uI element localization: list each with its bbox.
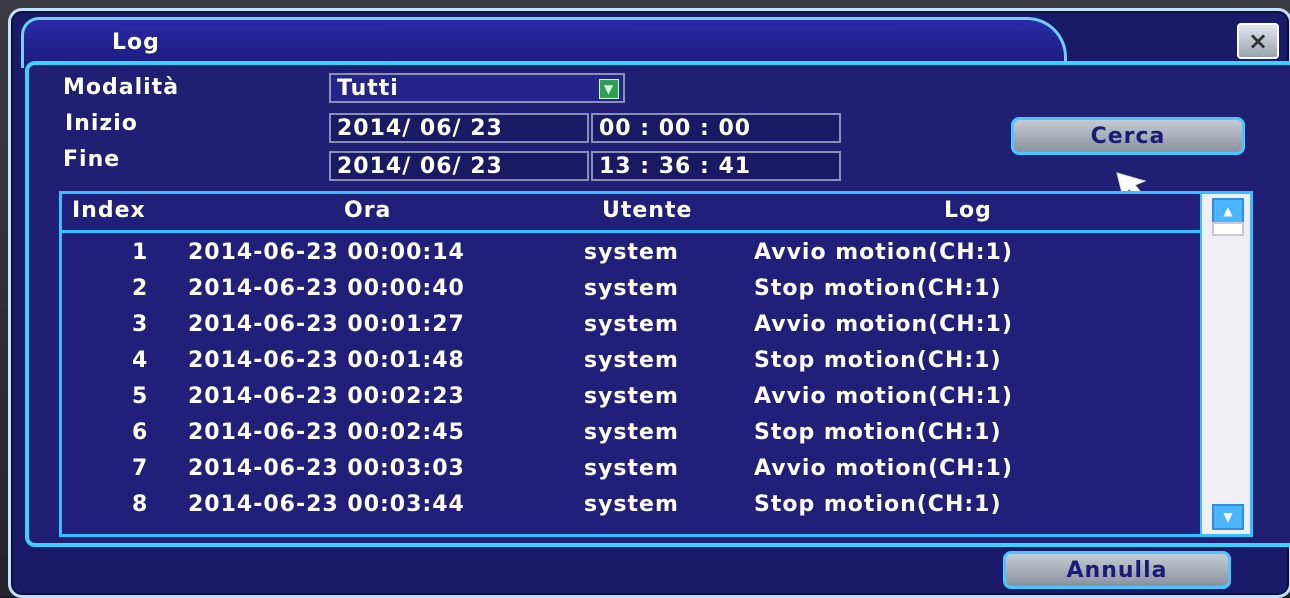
close-button[interactable]: ×: [1237, 23, 1279, 59]
end-time-field[interactable]: 13 : 36 : 41: [591, 151, 841, 181]
row-index: 2: [132, 276, 149, 301]
end-date-field[interactable]: 2014/ 06/ 23: [329, 151, 589, 181]
mode-label: Modalità: [63, 75, 180, 100]
table-row[interactable]: 1 2014-06-23 00:00:14 system Avvio motio…: [62, 234, 1200, 270]
row-user: system: [584, 240, 679, 265]
start-date-value: 2014/ 06/ 23: [337, 115, 503, 141]
row-log: Stop motion(CH:1): [754, 420, 1002, 445]
row-log: Avvio motion(CH:1): [754, 456, 1013, 481]
row-index: 8: [132, 492, 149, 517]
row-index: 5: [132, 384, 149, 409]
row-user: system: [584, 384, 679, 409]
row-user: system: [584, 456, 679, 481]
row-time: 2014-06-23 00:02:45: [188, 420, 465, 445]
mode-select[interactable]: Tutti ▼: [329, 73, 625, 103]
close-icon: ×: [1247, 27, 1269, 55]
table-row[interactable]: 7 2014-06-23 00:03:03 system Avvio motio…: [62, 450, 1200, 486]
row-time: 2014-06-23 00:01:48: [188, 348, 465, 373]
row-user: system: [584, 312, 679, 337]
end-label: Fine: [63, 147, 121, 172]
row-log: Stop motion(CH:1): [754, 276, 1002, 301]
log-table: Index Ora Utente Log 1 2014-06-23 00:00:…: [59, 191, 1253, 537]
start-date-field[interactable]: 2014/ 06/ 23: [329, 113, 589, 143]
header-time: Ora: [344, 198, 392, 223]
row-time: 2014-06-23 00:02:23: [188, 384, 465, 409]
start-time-field[interactable]: 00 : 00 : 00: [591, 113, 841, 143]
triangle-down-icon[interactable]: ▼: [1212, 504, 1244, 530]
cancel-button[interactable]: Annulla: [1003, 551, 1231, 589]
header-index: Index: [72, 198, 146, 223]
dialog-title: Log: [112, 30, 160, 55]
row-user: system: [584, 348, 679, 373]
table-scrollbar[interactable]: ▲ ▼: [1200, 194, 1250, 534]
chevron-down-icon[interactable]: ▼: [599, 79, 619, 99]
table-row[interactable]: 2 2014-06-23 00:00:40 system Stop motion…: [62, 270, 1200, 306]
row-log: Stop motion(CH:1): [754, 492, 1002, 517]
header-user: Utente: [602, 198, 693, 223]
start-time-value: 00 : 00 : 00: [599, 115, 752, 141]
row-log: Stop motion(CH:1): [754, 348, 1002, 373]
row-log: Avvio motion(CH:1): [754, 312, 1013, 337]
row-time: 2014-06-23 00:01:27: [188, 312, 465, 337]
scroll-thumb[interactable]: [1212, 222, 1244, 236]
end-date-value: 2014/ 06/ 23: [337, 153, 503, 179]
row-index: 7: [132, 456, 149, 481]
row-index: 6: [132, 420, 149, 445]
table-row[interactable]: 6 2014-06-23 00:02:45 system Stop motion…: [62, 414, 1200, 450]
table-row[interactable]: 3 2014-06-23 00:01:27 system Avvio motio…: [62, 306, 1200, 342]
row-user: system: [584, 492, 679, 517]
table-row[interactable]: 5 2014-06-23 00:02:23 system Avvio motio…: [62, 378, 1200, 414]
table-row[interactable]: 8 2014-06-23 00:03:44 system Stop motion…: [62, 486, 1200, 522]
row-time: 2014-06-23 00:03:44: [188, 492, 465, 517]
end-time-value: 13 : 36 : 41: [599, 153, 752, 179]
row-index: 4: [132, 348, 149, 373]
row-index: 1: [132, 240, 149, 265]
log-dialog: Log × Modalità Tutti ▼ Inizio 2014/ 06/ …: [8, 8, 1290, 598]
row-time: 2014-06-23 00:00:14: [188, 240, 465, 265]
table-header: Index Ora Utente Log: [62, 194, 1200, 233]
row-user: system: [584, 420, 679, 445]
row-user: system: [584, 276, 679, 301]
search-button[interactable]: Cerca: [1011, 117, 1245, 155]
dvr-screen: Log × Modalità Tutti ▼ Inizio 2014/ 06/ …: [0, 0, 1290, 598]
row-index: 3: [132, 312, 149, 337]
row-time: 2014-06-23 00:00:40: [188, 276, 465, 301]
start-label: Inizio: [65, 111, 138, 136]
row-time: 2014-06-23 00:03:03: [188, 456, 465, 481]
triangle-up-icon[interactable]: ▲: [1212, 198, 1244, 224]
row-log: Avvio motion(CH:1): [754, 384, 1013, 409]
header-log: Log: [944, 198, 992, 223]
table-row[interactable]: 4 2014-06-23 00:01:48 system Stop motion…: [62, 342, 1200, 378]
row-log: Avvio motion(CH:1): [754, 240, 1013, 265]
mode-value: Tutti: [337, 75, 399, 101]
